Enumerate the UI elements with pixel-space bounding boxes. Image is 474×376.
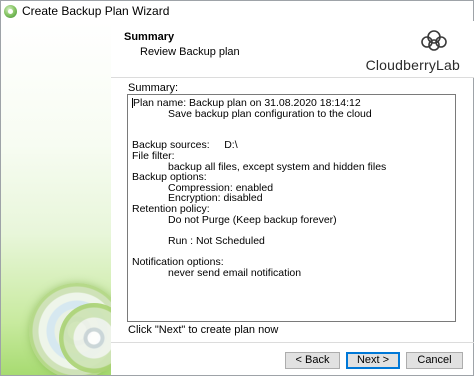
next-button[interactable]: Next > [346,352,400,369]
wizard-window: Create Backup Plan Wizard Summary Review… [0,0,474,376]
summary-label: Summary: [128,82,179,94]
cloudberry-logo: CloudberryLab [350,29,460,75]
cancel-button[interactable]: Cancel [406,352,463,369]
window-title: Create Backup Plan Wizard [22,4,170,18]
summary-line: Retention policy: [132,202,210,215]
summary-line: Do not Purge (Keep backup forever) [168,213,337,226]
hint-text: Click "Next" to create plan now [128,324,279,336]
summary-line: Notification options: [132,255,224,268]
footer-divider [111,342,474,343]
summary-line: Plan name: Backup plan on 31.08.2020 18:… [132,97,361,109]
back-button[interactable]: < Back [285,352,340,369]
summary-line: Run : Not Scheduled [168,234,265,247]
text-cursor [132,98,133,109]
summary-line: Backup sources: D:\ [132,139,238,152]
summary-line: never send email notification [168,266,302,279]
side-banner [1,21,111,375]
page-subtitle: Review Backup plan [140,46,240,58]
summary-line: Save backup plan configuration to the cl… [168,107,372,120]
title-bar[interactable]: Create Backup Plan Wizard [1,1,473,21]
summary-textbox[interactable]: Plan name: Backup plan on 31.08.2020 18:… [127,94,456,322]
page-title: Summary [124,31,175,43]
logo-text: CloudberryLab [365,57,460,73]
summary-line [132,119,451,130]
summary-line: File filter: [132,149,175,162]
cloudberry-logo-icon [421,30,447,51]
wizard-header: Summary Review Backup plan CloudberryLab [111,21,474,78]
backup-app-icon [4,4,17,18]
